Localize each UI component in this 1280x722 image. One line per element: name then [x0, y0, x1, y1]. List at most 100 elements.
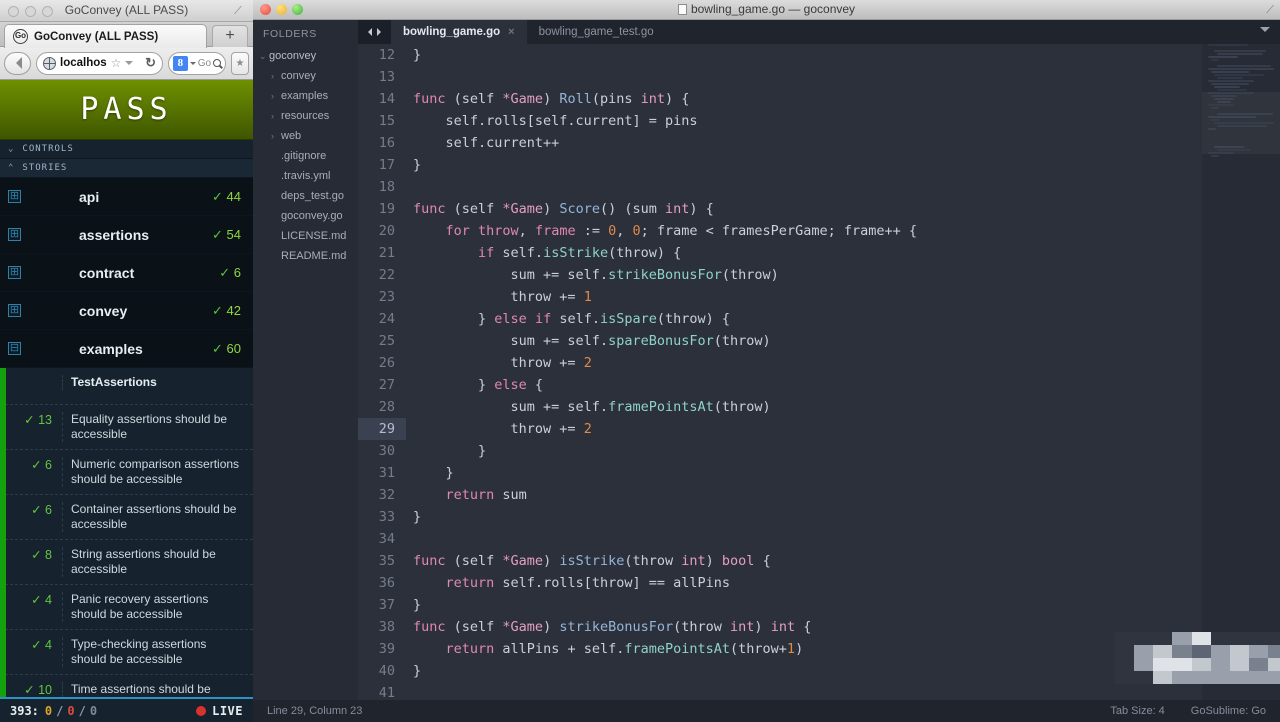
line-number: 32	[378, 487, 395, 503]
sidebar-file-item[interactable]: deps_test.go	[253, 186, 358, 206]
code-line[interactable]: 17}	[358, 154, 1280, 176]
chevron-down-icon[interactable]	[125, 61, 134, 69]
goconvey-controls-section[interactable]: ⌄ CONTROLS	[0, 140, 253, 159]
sidebar-file-item[interactable]: .travis.yml	[253, 166, 358, 186]
expand-toggle-icon[interactable]: ⊞	[8, 190, 21, 203]
code-line[interactable]: 24 } else if self.isSpare(throw) {	[358, 308, 1280, 330]
story-row[interactable]: ✓ 4 Panic recovery assertions should be a…	[0, 585, 253, 630]
code-line[interactable]: 19 func (self *Game) Score() (sum int) {	[358, 198, 1280, 220]
fullscreen-icon[interactable]: ⟋	[234, 5, 246, 17]
package-row[interactable]: ⊞ contract ✓ 6	[0, 254, 253, 292]
sidebar-file-item[interactable]: README.md	[253, 246, 358, 266]
sidebar-file-item[interactable]: .gitignore	[253, 146, 358, 166]
story-row[interactable]: ✓ 6 Numeric comparison assertions should …	[0, 450, 253, 495]
package-row[interactable]: ⊞ assertions ✓ 54	[0, 216, 253, 254]
minimap-line	[1211, 59, 1219, 61]
tabbar-menu-button[interactable]	[1250, 20, 1280, 44]
editor-tab[interactable]: bowling_game.go ×	[391, 20, 527, 44]
code-line[interactable]: 22 sum += self.strikeBonusFor(throw)	[358, 264, 1280, 286]
code-line[interactable]: 16 self.current++	[358, 132, 1280, 154]
search-box[interactable]: 8 Go	[168, 51, 226, 75]
redacted-pixel	[1134, 671, 1154, 684]
code-text: func (self *Game) Roll(pins int) {	[413, 91, 690, 107]
line-number: 37	[378, 597, 395, 613]
sidebar-folder-goconvey[interactable]: ⌄ goconvey	[253, 46, 358, 66]
editor-tab[interactable]: bowling_game_test.go	[526, 20, 674, 44]
live-indicator[interactable]: LIVE	[196, 704, 243, 718]
redacted-pixel	[1134, 658, 1154, 671]
back-button[interactable]	[4, 51, 31, 75]
code-text: }	[413, 443, 487, 459]
fullscreen-icon[interactable]: ⟋	[1266, 4, 1274, 17]
expand-toggle-icon[interactable]: ⊞	[8, 266, 21, 279]
editor-body: FOLDERS ⌄ goconvey › convey › examples › reso…	[253, 20, 1280, 700]
code-line[interactable]: 31 }	[358, 462, 1280, 484]
sidebar-folder-resources[interactable]: › resources	[253, 106, 358, 126]
code-line[interactable]: 34	[358, 528, 1280, 550]
package-row[interactable]: ⊞ convey ✓ 42	[0, 292, 253, 330]
code-line[interactable]: 37}	[358, 594, 1280, 616]
close-icon[interactable]: ×	[508, 26, 514, 38]
package-row[interactable]: ⊞ api ✓ 44	[0, 178, 253, 216]
code-line[interactable]: 14 func (self *Game) Roll(pins int) {	[358, 88, 1280, 110]
story-row[interactable]: ✓ 13 Equality assertions should be access…	[0, 405, 253, 450]
line-number: 14	[378, 91, 395, 107]
code-line[interactable]: 18	[358, 176, 1280, 198]
search-icon[interactable]	[213, 59, 221, 67]
code-line[interactable]: 41	[358, 682, 1280, 700]
story-title: Type-checking assertions should be acces…	[62, 637, 245, 667]
code-text: return self.rolls[throw] == allPins	[445, 575, 730, 591]
expand-toggle-icon[interactable]: ⊞	[8, 304, 21, 317]
story-row[interactable]: ✓ 6 Container assertions should be access…	[0, 495, 253, 540]
code-line[interactable]: 25 sum += self.spareBonusFor(throw)	[358, 330, 1280, 352]
code-line[interactable]: 35 func (self *Game) isStrike(throw int) …	[358, 550, 1280, 572]
tab-prev-icon[interactable]	[364, 28, 372, 36]
reload-icon[interactable]: ↻	[145, 55, 156, 71]
syntax-label[interactable]: GoSublime: Go	[1191, 705, 1266, 717]
browser-tab[interactable]: Go GoConvey (ALL PASS)	[4, 24, 207, 48]
code-minimap[interactable]	[1202, 44, 1280, 700]
code-line[interactable]: 21 if self.isStrike(throw) {	[358, 242, 1280, 264]
sidebar-folder-web[interactable]: › web	[253, 126, 358, 146]
code-line[interactable]: 36 return self.rolls[throw] == allPins	[358, 572, 1280, 594]
story-row[interactable]: ✓ 4 Type-checking assertions should be ac…	[0, 630, 253, 675]
chevron-down-icon[interactable]	[189, 62, 196, 68]
tab-next-icon[interactable]	[377, 28, 385, 36]
code-line[interactable]: 26 throw += 2	[358, 352, 1280, 374]
story-title: Panic recovery assertions should be acce…	[62, 592, 245, 622]
code-line[interactable]: 29 throw += 2	[358, 418, 1280, 440]
code-line[interactable]: 33}	[358, 506, 1280, 528]
code-line[interactable]: 30 }	[358, 440, 1280, 462]
story-title: Time assertions should be	[62, 682, 245, 697]
line-number: 33	[378, 509, 395, 525]
goconvey-stories-section[interactable]: ⌃ STORIES	[0, 159, 253, 178]
code-line[interactable]: 20 for throw, frame := 0, 0; frame < fra…	[358, 220, 1280, 242]
story-row[interactable]: ✓ 8 String assertions should be accessibl…	[0, 540, 253, 585]
tab-size-label[interactable]: Tab Size: 4	[1110, 705, 1164, 717]
story-group-header[interactable]: TestAssertions	[0, 368, 253, 405]
bookmarks-button[interactable]: ★	[231, 51, 249, 75]
sidebar-file-item[interactable]: goconvey.go	[253, 206, 358, 226]
globe-icon	[43, 56, 56, 70]
sidebar-folder-convey[interactable]: › convey	[253, 66, 358, 86]
tab-nav-arrows[interactable]	[358, 20, 391, 44]
code-line[interactable]: 27 } else {	[358, 374, 1280, 396]
star-icon[interactable]: ☆	[111, 56, 122, 70]
expand-toggle-icon[interactable]: ⊞	[8, 228, 21, 241]
code-line[interactable]: 15 self.rolls[self.current] = pins	[358, 110, 1280, 132]
search-engine-icon: 8	[173, 55, 188, 71]
sidebar-file-item[interactable]: LICENSE.md	[253, 226, 358, 246]
code-editor[interactable]: 12} 13 14 func (self *Game) Roll(pins int) …	[358, 44, 1280, 700]
minimap-line	[1208, 68, 1274, 70]
code-line[interactable]: 13	[358, 66, 1280, 88]
new-tab-button[interactable]: +	[212, 25, 248, 47]
code-line[interactable]: 12}	[358, 44, 1280, 66]
address-bar[interactable]: localhos ☆ ↻	[36, 51, 163, 75]
code-line[interactable]: 28 sum += self.framePointsAt(throw)	[358, 396, 1280, 418]
expand-toggle-icon[interactable]: ⊟	[8, 342, 21, 355]
code-line[interactable]: 32 return sum	[358, 484, 1280, 506]
chevron-down-icon: ⌄	[8, 144, 15, 154]
sidebar-folder-examples[interactable]: › examples	[253, 86, 358, 106]
package-row[interactable]: ⊟ examples ✓ 60	[0, 330, 253, 368]
code-line[interactable]: 23 throw += 1	[358, 286, 1280, 308]
